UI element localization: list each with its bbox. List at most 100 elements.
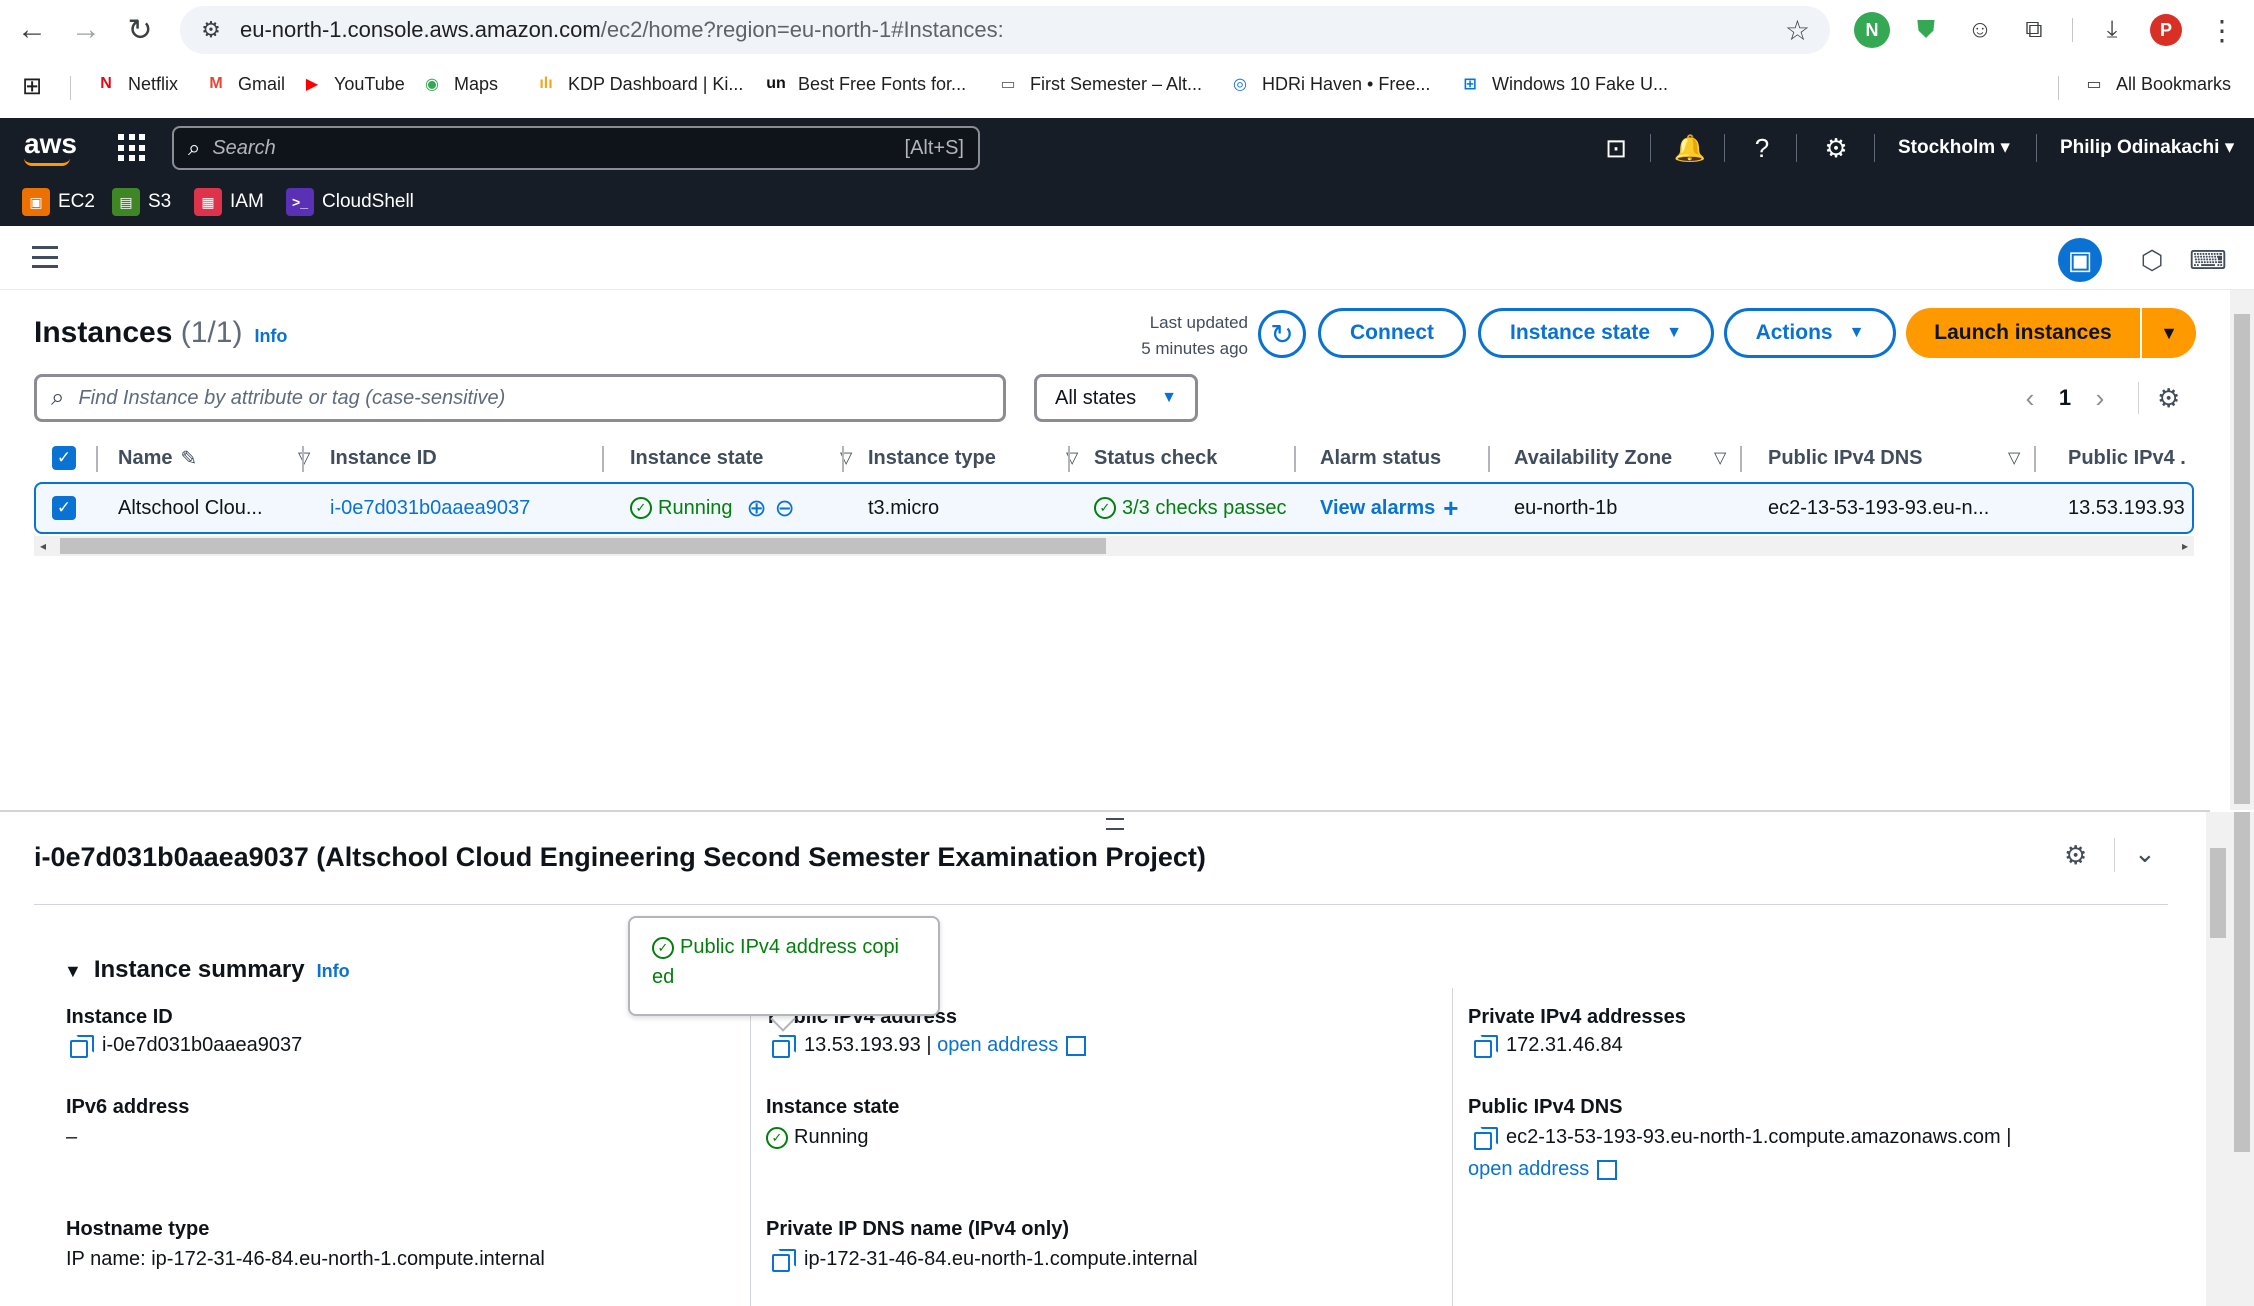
- account-menu[interactable]: Philip Odinakachi ▾: [2060, 136, 2234, 159]
- instances-vertical-scrollbar[interactable]: [2230, 290, 2254, 810]
- col-name[interactable]: Name ✎ ▽: [118, 434, 310, 482]
- col-instance-id[interactable]: Instance ID: [330, 434, 437, 482]
- connect-button[interactable]: Connect: [1318, 308, 1466, 358]
- select-all-checkbox[interactable]: ✓: [52, 434, 76, 482]
- cloudshell-icon[interactable]: ⊡: [1600, 132, 1632, 164]
- scroll-right-icon[interactable]: ▸: [2182, 539, 2188, 553]
- chrome-menu-icon[interactable]: ⋮: [2204, 12, 2240, 48]
- table-settings-gear-icon[interactable]: ⚙: [2157, 383, 2180, 414]
- info-link[interactable]: Info: [317, 961, 350, 981]
- bookmark-item[interactable]: ◎ HDRi Haven • Free...: [1228, 72, 1430, 96]
- launch-instances-button[interactable]: Launch instances: [1906, 308, 2140, 358]
- bookmark-label: Gmail: [238, 73, 286, 94]
- scrollbar-thumb[interactable]: [60, 538, 1106, 554]
- apps-grid-icon[interactable]: ⊞: [22, 72, 42, 101]
- scrollbar-thumb[interactable]: [2234, 812, 2250, 1152]
- open-address-link[interactable]: open address: [937, 1034, 1058, 1057]
- prev-page-icon[interactable]: ‹: [2010, 383, 2050, 414]
- extension-shield-icon[interactable]: ⛊: [1908, 12, 1944, 48]
- back-arrow-icon[interactable]: ←: [12, 10, 52, 50]
- all-states-select[interactable]: All states ▼: [1034, 374, 1198, 422]
- col-availability-zone[interactable]: Availability Zone ▽: [1514, 434, 1726, 482]
- row-checkbox[interactable]: ✓: [52, 484, 76, 532]
- address-bar[interactable]: ⚙ eu-north-1.console.aws.amazon.com/ec2/…: [180, 6, 1830, 54]
- bookmark-item[interactable]: ⊞ Windows 10 Fake U...: [1458, 72, 1668, 96]
- favorite-s3[interactable]: ▤ S3: [112, 188, 171, 216]
- help-icon[interactable]: ?: [1746, 132, 1778, 164]
- bookmark-item[interactable]: N Netflix: [94, 72, 178, 96]
- panel-settings-gear-icon[interactable]: ⚙: [2064, 840, 2087, 871]
- aws-search-input[interactable]: ⌕ Search [Alt+S]: [172, 126, 980, 170]
- next-page-icon[interactable]: ›: [2080, 383, 2120, 414]
- hexagon-settings-icon[interactable]: ⬡: [2130, 238, 2174, 282]
- bookmark-item[interactable]: M Gmail: [204, 72, 285, 96]
- private-ipv4-label: Private IPv4 addresses: [1468, 1006, 1686, 1028]
- scroll-left-icon[interactable]: ◂: [40, 539, 46, 553]
- scrollbar-thumb[interactable]: [2234, 314, 2250, 804]
- launch-dropdown-button[interactable]: ▼: [2142, 308, 2196, 358]
- notifications-bell-icon[interactable]: 🔔: [1674, 132, 1706, 164]
- col-public-dns[interactable]: Public IPv4 DNS ▽: [1768, 434, 2020, 482]
- zoom-in-icon[interactable]: ⊕: [747, 494, 767, 523]
- feedback-icon[interactable]: ⌨: [2186, 238, 2230, 282]
- col-alarm-status[interactable]: Alarm status: [1320, 434, 1441, 482]
- all-bookmarks[interactable]: ▭ All Bookmarks: [2082, 72, 2231, 96]
- bookmark-item[interactable]: un Best Free Fonts for...: [764, 72, 966, 96]
- scrollbar-thumb[interactable]: [2210, 848, 2226, 938]
- favorite-cloudshell[interactable]: >_ CloudShell: [286, 188, 414, 216]
- side-nav-menu-icon[interactable]: [32, 246, 58, 268]
- collapse-chevron-icon[interactable]: ⌄: [2134, 838, 2156, 869]
- check-circle-icon: ✓: [630, 497, 652, 519]
- browser-nav-row: ← → ↻ ⚙ eu-north-1.console.aws.amazon.co…: [0, 0, 2254, 60]
- col-instance-state[interactable]: Instance state ▽: [630, 434, 852, 482]
- favorite-ec2[interactable]: ▣ EC2: [22, 188, 95, 216]
- settings-gear-icon[interactable]: ⚙: [1820, 132, 1852, 164]
- external-link-icon[interactable]: [1597, 1159, 1618, 1180]
- detail-inner-scrollbar[interactable]: [2206, 812, 2230, 1306]
- download-icon[interactable]: ⤓: [2094, 12, 2130, 48]
- zoom-out-icon[interactable]: ⊖: [775, 494, 795, 523]
- all-bookmarks-label: All Bookmarks: [2116, 73, 2232, 94]
- instance-summary-heading[interactable]: ▼ Instance summary Info: [64, 956, 350, 984]
- site-info-icon[interactable]: ⚙: [194, 13, 228, 47]
- favorite-iam[interactable]: ▦ IAM: [194, 188, 264, 216]
- copy-icon[interactable]: [1474, 1034, 1498, 1058]
- bookmark-item[interactable]: ▶ YouTube: [300, 72, 405, 96]
- bookmark-item[interactable]: ▭ First Semester – Alt...: [996, 72, 1202, 96]
- pager-divider: [2138, 382, 2139, 414]
- table-row[interactable]: ✓ Altschool Clou... i-0e7d031b0aaea9037 …: [34, 482, 2194, 534]
- reload-icon[interactable]: ↻: [120, 10, 160, 50]
- refresh-button[interactable]: ↻: [1258, 310, 1306, 358]
- open-address-link[interactable]: open address: [1468, 1158, 1589, 1181]
- extensions-puzzle-icon[interactable]: ⧉: [2016, 12, 2052, 48]
- actions-button[interactable]: Actions ▼: [1724, 308, 1896, 358]
- region-selector[interactable]: Stockholm ▾: [1898, 136, 2010, 159]
- cell-instance-id-link[interactable]: i-0e7d031b0aaea9037: [330, 484, 530, 532]
- detail-vertical-scrollbar[interactable]: [2230, 812, 2254, 1306]
- view-alarms-link[interactable]: View alarms +: [1320, 484, 1458, 532]
- horizontal-scrollbar[interactable]: ◂ ▸: [34, 536, 2194, 556]
- bookmark-star-icon[interactable]: ☆: [1785, 14, 1810, 47]
- forward-arrow-icon[interactable]: →: [66, 10, 106, 50]
- aws-logo[interactable]: aws: [24, 128, 77, 166]
- extension-n-icon[interactable]: N: [1854, 12, 1890, 48]
- profile-avatar[interactable]: P: [2150, 14, 2182, 46]
- col-status-check[interactable]: Status check: [1094, 434, 1217, 482]
- copy-icon[interactable]: [772, 1248, 796, 1272]
- copy-icon[interactable]: [1474, 1126, 1498, 1150]
- bookmark-favicon-icon: ▭: [1000, 76, 1016, 93]
- panel-layout-icon[interactable]: ▣: [2058, 238, 2102, 282]
- copy-icon[interactable]: [772, 1034, 796, 1058]
- col-instance-type[interactable]: Instance type ▽: [868, 434, 1078, 482]
- col-public-ip[interactable]: Public IPv4 .: [2068, 434, 2186, 482]
- page-number[interactable]: 1: [2050, 385, 2080, 411]
- copy-icon[interactable]: [70, 1034, 94, 1058]
- extension-face-icon[interactable]: ☺: [1962, 12, 1998, 48]
- services-grid-icon[interactable]: [118, 134, 146, 162]
- bookmark-item[interactable]: ◉ Maps: [420, 72, 498, 96]
- find-instance-input[interactable]: ⌕ Find Instance by attribute or tag (cas…: [34, 374, 1006, 422]
- instance-state-button[interactable]: Instance state ▼: [1478, 308, 1714, 358]
- external-link-icon[interactable]: [1066, 1035, 1087, 1056]
- info-link[interactable]: Info: [254, 326, 287, 346]
- bookmark-item[interactable]: ılı KDP Dashboard | Ki...: [534, 72, 743, 96]
